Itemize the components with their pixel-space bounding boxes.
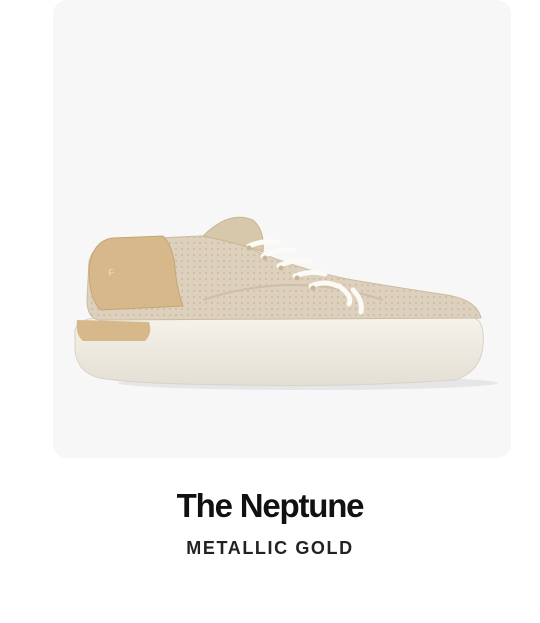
- product-card[interactable]: F The Neptune METALLIC GOLD: [0, 0, 540, 623]
- sneaker-illustration: F: [74, 216, 498, 390]
- product-colorway: METALLIC GOLD: [186, 538, 354, 558]
- heel-counter: [88, 235, 184, 311]
- heel-tab: [76, 320, 151, 341]
- product-name[interactable]: The Neptune: [0, 487, 540, 525]
- product-image[interactable]: F: [53, 0, 511, 458]
